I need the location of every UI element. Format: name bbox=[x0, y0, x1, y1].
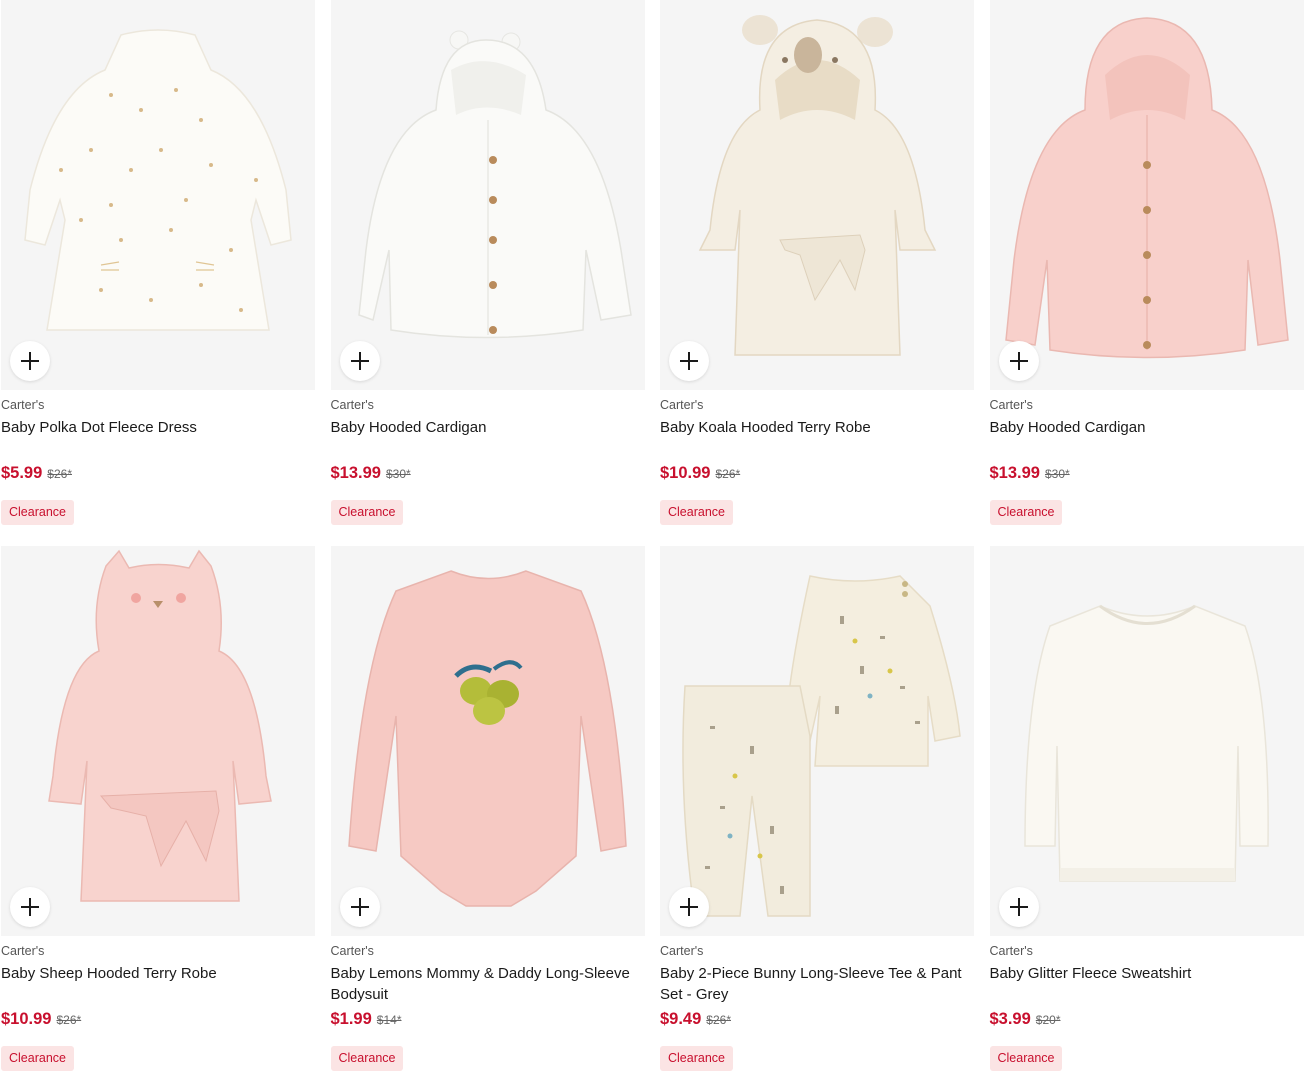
product-brand: Carter's bbox=[1, 944, 45, 958]
add-to-bag-button[interactable] bbox=[669, 887, 709, 927]
original-price: $26* bbox=[56, 1013, 82, 1027]
price-row: $13.99 $30* bbox=[990, 464, 1304, 486]
product-name[interactable]: Baby Polka Dot Fleece Dress bbox=[1, 417, 315, 459]
product-card[interactable]: Carter's Baby Lemons Mommy & Daddy Long-… bbox=[330, 546, 645, 1082]
clearance-badge: Clearance bbox=[989, 500, 1063, 525]
product-image[interactable] bbox=[660, 546, 974, 936]
original-price: $20* bbox=[1035, 1013, 1061, 1027]
plus-icon bbox=[1009, 898, 1028, 916]
add-to-bag-button[interactable] bbox=[998, 887, 1039, 927]
price-row: $3.99 $20* bbox=[990, 1010, 1304, 1032]
sale-price: $1.99 bbox=[330, 1010, 372, 1028]
add-to-bag-button[interactable] bbox=[10, 341, 50, 381]
price-row: $13.99 $30* bbox=[331, 464, 645, 486]
price-row: $5.99 $26* bbox=[1, 464, 315, 486]
add-to-bag-button[interactable] bbox=[669, 341, 709, 381]
add-to-bag-button[interactable] bbox=[339, 341, 380, 381]
product-image[interactable] bbox=[989, 0, 1304, 390]
clearance-badge: Clearance bbox=[330, 1046, 404, 1071]
original-price: $26* bbox=[706, 1013, 731, 1027]
add-to-bag-button[interactable] bbox=[10, 887, 50, 927]
plus-icon bbox=[21, 352, 39, 370]
product-card[interactable]: Carter's Baby Sheep Hooded Terry Robe $1… bbox=[1, 546, 315, 1082]
clearance-badge: Clearance bbox=[989, 1046, 1063, 1071]
sale-price: $13.99 bbox=[989, 464, 1040, 482]
clearance-badge: Clearance bbox=[660, 500, 733, 525]
plus-icon bbox=[350, 352, 369, 370]
price-row: $1.99 $14* bbox=[331, 1010, 645, 1032]
product-card[interactable]: Carter's Baby Koala Hooded Terry Robe $1… bbox=[660, 0, 974, 546]
sale-price: $10.99 bbox=[660, 464, 711, 482]
product-name[interactable]: Baby 2-Piece Bunny Long-Sleeve Tee & Pan… bbox=[660, 963, 974, 1005]
plus-icon bbox=[680, 898, 698, 916]
clearance-badge: Clearance bbox=[660, 1046, 733, 1071]
clearance-badge: Clearance bbox=[1, 500, 74, 525]
price-row: $10.99 $26* bbox=[660, 464, 974, 486]
product-card[interactable]: Carter's Baby Hooded Cardigan $13.99 $30… bbox=[330, 0, 645, 546]
product-brand: Carter's bbox=[989, 398, 1033, 412]
sale-price: $9.49 bbox=[660, 1010, 702, 1028]
product-grid: Carter's Baby Polka Dot Fleece Dress $5.… bbox=[1, 0, 1304, 1082]
plus-icon bbox=[350, 898, 369, 916]
price-row: $10.99 $26* bbox=[1, 1010, 315, 1032]
product-image[interactable] bbox=[330, 546, 645, 936]
product-card[interactable]: Carter's Baby Glitter Fleece Sweatshirt … bbox=[989, 546, 1304, 1082]
add-to-bag-button[interactable] bbox=[998, 341, 1039, 381]
product-image[interactable] bbox=[1, 0, 315, 390]
sale-price: $13.99 bbox=[330, 464, 381, 482]
product-brand: Carter's bbox=[660, 398, 704, 412]
product-name[interactable]: Baby Hooded Cardigan bbox=[990, 417, 1304, 459]
sale-price: $10.99 bbox=[1, 1010, 52, 1028]
price-row: $9.49 $26* bbox=[660, 1010, 974, 1032]
product-name[interactable]: Baby Hooded Cardigan bbox=[331, 417, 645, 459]
product-brand: Carter's bbox=[1, 398, 45, 412]
clearance-badge: Clearance bbox=[330, 500, 404, 525]
original-price: $26* bbox=[715, 467, 741, 481]
plus-icon bbox=[1009, 352, 1028, 370]
product-brand: Carter's bbox=[330, 944, 374, 958]
sale-price: $5.99 bbox=[1, 464, 43, 482]
product-brand: Carter's bbox=[330, 398, 374, 412]
product-image[interactable] bbox=[330, 0, 645, 390]
product-name[interactable]: Baby Koala Hooded Terry Robe bbox=[660, 417, 974, 459]
product-image[interactable] bbox=[1, 546, 315, 936]
original-price: $26* bbox=[47, 467, 72, 481]
plus-icon bbox=[21, 898, 39, 916]
product-name[interactable]: Baby Lemons Mommy & Daddy Long-Sleeve Bo… bbox=[331, 963, 645, 1005]
sale-price: $3.99 bbox=[989, 1010, 1031, 1028]
product-card[interactable]: Carter's Baby 2-Piece Bunny Long-Sleeve … bbox=[660, 546, 974, 1082]
product-name[interactable]: Baby Sheep Hooded Terry Robe bbox=[1, 963, 315, 1005]
product-image[interactable] bbox=[989, 546, 1304, 936]
original-price: $14* bbox=[376, 1013, 402, 1027]
product-brand: Carter's bbox=[989, 944, 1033, 958]
plus-icon bbox=[680, 352, 698, 370]
clearance-badge: Clearance bbox=[1, 1046, 74, 1071]
product-brand: Carter's bbox=[660, 944, 704, 958]
product-image[interactable] bbox=[660, 0, 974, 390]
add-to-bag-button[interactable] bbox=[339, 887, 380, 927]
product-card[interactable]: Carter's Baby Polka Dot Fleece Dress $5.… bbox=[1, 0, 315, 546]
original-price: $30* bbox=[385, 467, 411, 481]
product-card[interactable]: Carter's Baby Hooded Cardigan $13.99 $30… bbox=[989, 0, 1304, 546]
original-price: $30* bbox=[1044, 467, 1070, 481]
product-name[interactable]: Baby Glitter Fleece Sweatshirt bbox=[990, 963, 1304, 1005]
